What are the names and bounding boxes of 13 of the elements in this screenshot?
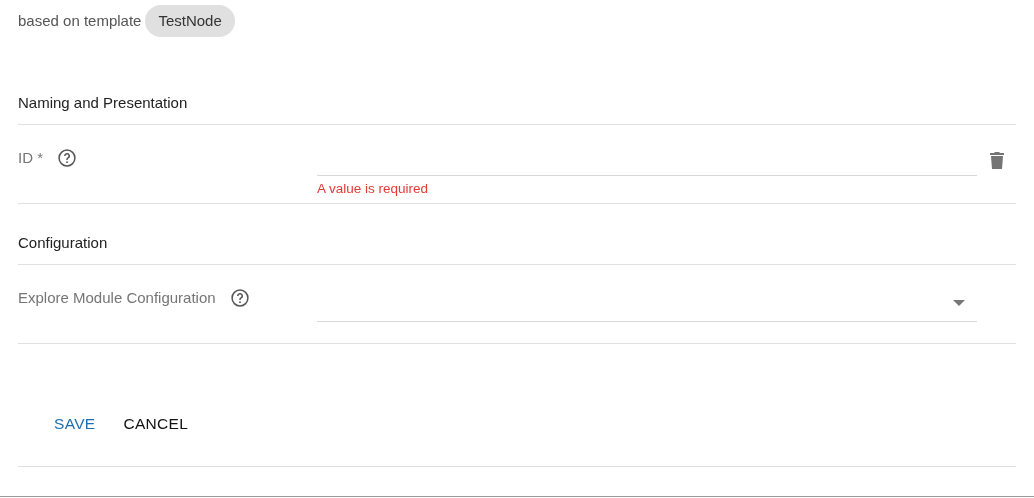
- template-chip: TestNode: [145, 4, 235, 38]
- caret-icon: [953, 300, 965, 306]
- section-title: Configuration: [18, 222, 1016, 265]
- help-icon[interactable]: [57, 148, 77, 169]
- error-message: A value is required: [317, 180, 430, 198]
- field-label: ID *: [18, 148, 43, 168]
- field-label: Explore Module Configuration: [18, 288, 216, 308]
- delete-icon[interactable]: [989, 150, 1005, 170]
- save-button[interactable]: SAVE: [44, 406, 106, 442]
- template-label: based on template: [18, 10, 142, 31]
- section-title: Naming and Presentation: [18, 82, 1016, 125]
- help-icon[interactable]: [229, 288, 250, 309]
- cancel-button[interactable]: CANCEL: [113, 406, 199, 442]
